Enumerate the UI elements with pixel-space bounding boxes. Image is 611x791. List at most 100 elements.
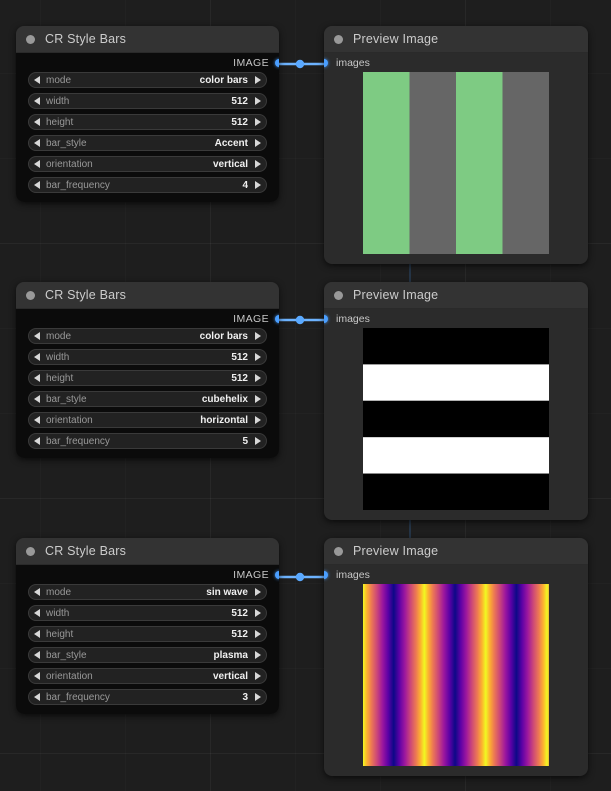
decrement-arrow-icon[interactable] xyxy=(34,693,40,701)
decrement-arrow-icon[interactable] xyxy=(34,395,40,403)
widget-orientation[interactable]: orientation vertical xyxy=(28,668,267,684)
decrement-arrow-icon[interactable] xyxy=(34,97,40,105)
widget-value[interactable]: 512 xyxy=(231,96,248,107)
increment-arrow-icon[interactable] xyxy=(255,416,261,424)
increment-arrow-icon[interactable] xyxy=(255,332,261,340)
widget-height[interactable]: height 512 xyxy=(28,370,267,386)
output-slot-image[interactable]: IMAGE xyxy=(16,53,279,72)
widget-value[interactable]: cubehelix xyxy=(202,394,248,405)
node-title-bar[interactable]: Preview Image xyxy=(324,26,588,53)
widget-height[interactable]: height 512 xyxy=(28,626,267,642)
increment-arrow-icon[interactable] xyxy=(255,437,261,445)
decrement-arrow-icon[interactable] xyxy=(34,416,40,424)
decrement-arrow-icon[interactable] xyxy=(34,76,40,84)
increment-arrow-icon[interactable] xyxy=(255,651,261,659)
preview-image-container[interactable] xyxy=(363,72,549,254)
widget-bar-frequency[interactable]: bar_frequency 4 xyxy=(28,177,267,193)
widget-value[interactable]: 3 xyxy=(242,692,248,703)
widget-bar-style[interactable]: bar_style plasma xyxy=(28,647,267,663)
output-port-dot-icon[interactable] xyxy=(275,314,279,323)
preview-image-container[interactable] xyxy=(363,328,549,510)
decrement-arrow-icon[interactable] xyxy=(34,181,40,189)
increment-arrow-icon[interactable] xyxy=(255,97,261,105)
input-port-dot-icon[interactable] xyxy=(324,314,328,323)
increment-arrow-icon[interactable] xyxy=(255,630,261,638)
increment-arrow-icon[interactable] xyxy=(255,693,261,701)
decrement-arrow-icon[interactable] xyxy=(34,609,40,617)
collapse-dot-icon[interactable] xyxy=(26,34,35,44)
node-title-bar[interactable]: Preview Image xyxy=(324,538,588,565)
widget-value[interactable]: 512 xyxy=(231,629,248,640)
increment-arrow-icon[interactable] xyxy=(255,160,261,168)
preview-image-container[interactable] xyxy=(363,584,549,766)
widget-value[interactable]: plasma xyxy=(214,650,248,661)
increment-arrow-icon[interactable] xyxy=(255,139,261,147)
collapse-dot-icon[interactable] xyxy=(334,290,343,300)
input-slot-images[interactable]: images xyxy=(324,309,588,328)
widget-value[interactable]: color bars xyxy=(200,75,248,86)
widget-mode[interactable]: mode color bars xyxy=(28,328,267,344)
node-cr-style-bars-2[interactable]: CR Style Bars IMAGE mode color bars widt… xyxy=(16,282,279,458)
output-slot-image[interactable]: IMAGE xyxy=(16,309,279,328)
collapse-dot-icon[interactable] xyxy=(26,290,35,300)
increment-arrow-icon[interactable] xyxy=(255,395,261,403)
decrement-arrow-icon[interactable] xyxy=(34,332,40,340)
widget-value[interactable]: horizontal xyxy=(200,415,248,426)
decrement-arrow-icon[interactable] xyxy=(34,651,40,659)
widget-width[interactable]: width 512 xyxy=(28,349,267,365)
widget-value[interactable]: color bars xyxy=(200,331,248,342)
decrement-arrow-icon[interactable] xyxy=(34,160,40,168)
decrement-arrow-icon[interactable] xyxy=(34,118,40,126)
node-preview-image-1[interactable]: Preview Image images xyxy=(324,26,588,264)
increment-arrow-icon[interactable] xyxy=(255,609,261,617)
output-port-dot-icon[interactable] xyxy=(275,570,279,579)
widget-value[interactable]: sin wave xyxy=(206,587,248,598)
widget-value[interactable]: 5 xyxy=(242,436,248,447)
widget-height[interactable]: height 512 xyxy=(28,114,267,130)
widget-value[interactable]: vertical xyxy=(213,671,248,682)
widget-width[interactable]: width 512 xyxy=(28,605,267,621)
decrement-arrow-icon[interactable] xyxy=(34,353,40,361)
decrement-arrow-icon[interactable] xyxy=(34,588,40,596)
increment-arrow-icon[interactable] xyxy=(255,118,261,126)
widget-mode[interactable]: mode color bars xyxy=(28,72,267,88)
widget-bar-frequency[interactable]: bar_frequency 5 xyxy=(28,433,267,449)
collapse-dot-icon[interactable] xyxy=(26,546,35,556)
widget-value[interactable]: 512 xyxy=(231,352,248,363)
node-title-bar[interactable]: CR Style Bars xyxy=(16,282,279,309)
node-graph-canvas[interactable]: CR Style Bars IMAGE mode color bars widt… xyxy=(0,0,611,791)
widget-orientation[interactable]: orientation horizontal xyxy=(28,412,267,428)
increment-arrow-icon[interactable] xyxy=(255,672,261,680)
node-preview-image-2[interactable]: Preview Image images xyxy=(324,282,588,520)
decrement-arrow-icon[interactable] xyxy=(34,139,40,147)
widget-value[interactable]: 512 xyxy=(231,373,248,384)
collapse-dot-icon[interactable] xyxy=(334,34,343,44)
widget-width[interactable]: width 512 xyxy=(28,93,267,109)
output-slot-image[interactable]: IMAGE xyxy=(16,565,279,584)
widget-value[interactable]: vertical xyxy=(213,159,248,170)
widget-value[interactable]: 4 xyxy=(242,180,248,191)
widget-value[interactable]: Accent xyxy=(215,138,248,149)
decrement-arrow-icon[interactable] xyxy=(34,630,40,638)
input-port-dot-icon[interactable] xyxy=(324,58,328,67)
collapse-dot-icon[interactable] xyxy=(334,546,343,556)
widget-value[interactable]: 512 xyxy=(231,117,248,128)
input-port-dot-icon[interactable] xyxy=(324,570,328,579)
widget-value[interactable]: 512 xyxy=(231,608,248,619)
input-slot-images[interactable]: images xyxy=(324,565,588,584)
widget-bar-style[interactable]: bar_style Accent xyxy=(28,135,267,151)
input-slot-images[interactable]: images xyxy=(324,53,588,72)
widget-bar-frequency[interactable]: bar_frequency 3 xyxy=(28,689,267,705)
decrement-arrow-icon[interactable] xyxy=(34,672,40,680)
increment-arrow-icon[interactable] xyxy=(255,374,261,382)
node-title-bar[interactable]: Preview Image xyxy=(324,282,588,309)
node-title-bar[interactable]: CR Style Bars xyxy=(16,26,279,53)
increment-arrow-icon[interactable] xyxy=(255,353,261,361)
node-cr-style-bars-3[interactable]: CR Style Bars IMAGE mode sin wave width … xyxy=(16,538,279,714)
increment-arrow-icon[interactable] xyxy=(255,76,261,84)
node-preview-image-3[interactable]: Preview Image images xyxy=(324,538,588,776)
widget-orientation[interactable]: orientation vertical xyxy=(28,156,267,172)
node-title-bar[interactable]: CR Style Bars xyxy=(16,538,279,565)
increment-arrow-icon[interactable] xyxy=(255,181,261,189)
widget-mode[interactable]: mode sin wave xyxy=(28,584,267,600)
